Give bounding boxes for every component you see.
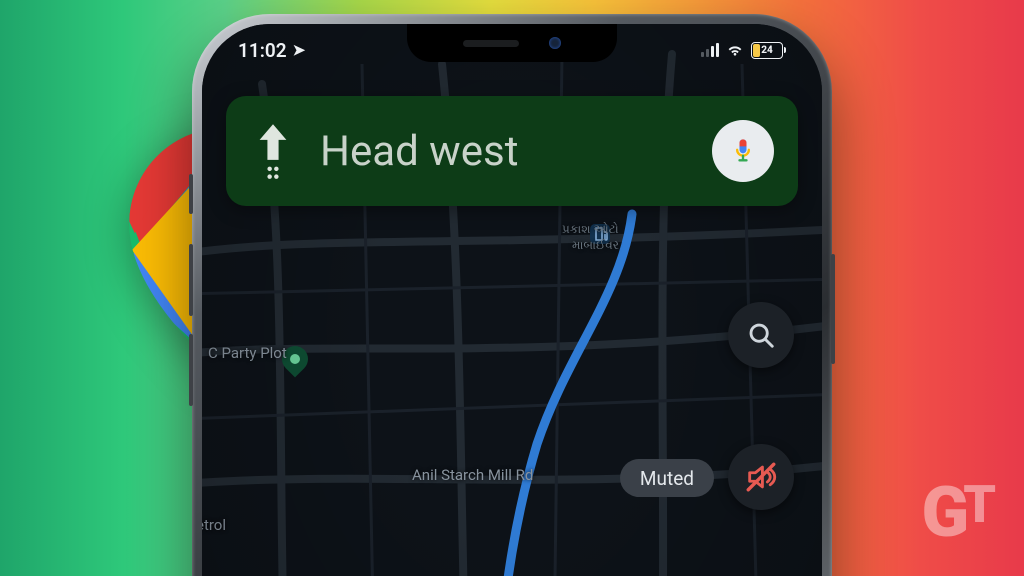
- microphone-icon: [729, 137, 757, 165]
- map-poi-label: પ્રકાશ ઓટો: [562, 222, 619, 237]
- volume-down-button: [189, 334, 193, 406]
- route-line: [492, 214, 632, 576]
- map-poi-label: માબાઈવર: [572, 238, 619, 253]
- map-edge-label: etrol: [202, 516, 226, 534]
- map-road-label: Anil Starch Mill Rd: [412, 466, 533, 484]
- status-time: 11:02: [238, 39, 287, 62]
- location-services-icon: ➤: [293, 41, 306, 59]
- front-camera: [549, 37, 561, 49]
- straight-arrow-icon: [250, 122, 296, 180]
- watermark-logo: GT: [921, 472, 996, 554]
- volume-muted-icon: [744, 460, 778, 494]
- voice-search-button[interactable]: [712, 120, 774, 182]
- search-icon: [746, 320, 776, 350]
- search-button[interactable]: [728, 302, 794, 368]
- mute-status-chip: Muted: [620, 459, 714, 497]
- battery-percent: 24: [761, 45, 773, 56]
- wifi-icon: [726, 43, 744, 57]
- volume-up-button: [189, 244, 193, 316]
- power-button: [831, 254, 835, 364]
- map-poi-label: C Party Plot: [208, 344, 287, 362]
- earpiece: [463, 40, 519, 47]
- phone-screen: 11:02 ➤ 24: [202, 24, 822, 576]
- battery-indicator: 24: [751, 42, 786, 59]
- mute-toggle-button[interactable]: [728, 444, 794, 510]
- cellular-signal-icon: [701, 43, 719, 57]
- mute-label: Muted: [640, 467, 694, 490]
- direction-instruction: Head west: [320, 127, 688, 176]
- watermark-g: G: [921, 472, 963, 554]
- phone-frame: 11:02 ➤ 24: [192, 14, 832, 576]
- watermark-t: T: [963, 474, 996, 535]
- silent-switch: [189, 174, 193, 214]
- hero-canvas: 11:02 ➤ 24: [0, 0, 1024, 576]
- notch: [407, 24, 617, 62]
- navigation-direction-card[interactable]: Head west: [226, 96, 798, 206]
